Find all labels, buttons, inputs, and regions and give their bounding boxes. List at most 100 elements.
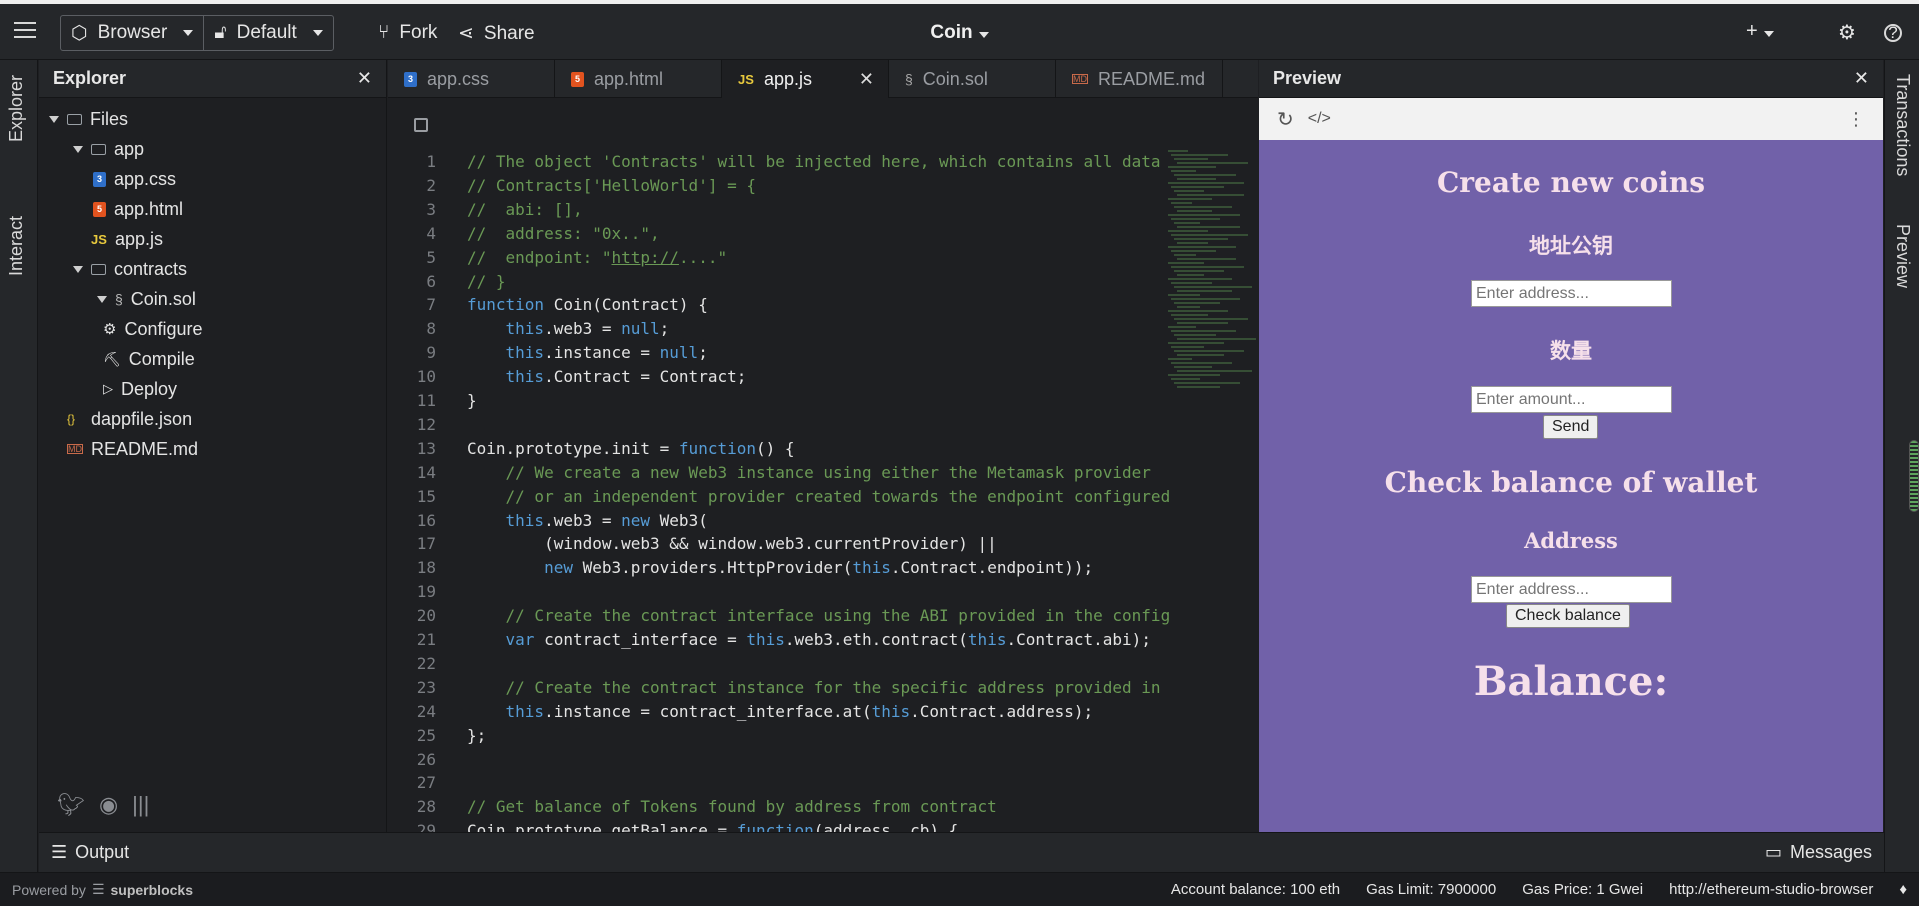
chat-icon: ▭ — [1764, 842, 1782, 862]
editor-tabs: 3 app.css 5 app.html JS app.js ✕ § Coin.… — [388, 60, 1258, 98]
tab-explorer[interactable]: Explorer — [6, 75, 27, 142]
minimap-line — [1171, 154, 1228, 156]
refresh-icon[interactable]: ↻ — [1277, 107, 1294, 132]
amount-heading-cn: 数量 — [1550, 338, 1592, 363]
minimap-line — [1177, 194, 1244, 196]
tree-file-coin-sol[interactable]: § Coin.sol — [97, 287, 196, 311]
code-line: this.instance = contract_interface.at(th… — [505, 701, 1094, 721]
fork-button[interactable]: ⑂ Fork — [378, 22, 437, 44]
minimap-line — [1177, 162, 1248, 164]
line-number: 5 — [426, 247, 436, 267]
tab-coin-sol[interactable]: § Coin.sol — [889, 60, 1056, 98]
menu-icon[interactable] — [14, 22, 36, 40]
minimap-line — [1177, 322, 1228, 324]
tab-app-css[interactable]: 3 app.css — [388, 60, 555, 98]
output-bar: ☰ Output ▭ Messages — [39, 832, 1884, 872]
help-icon[interactable]: ? — [1884, 24, 1902, 42]
minimap-line — [1168, 262, 1204, 264]
minimap-line — [1171, 202, 1192, 204]
minimap[interactable] — [1168, 150, 1256, 470]
tree-file-app-js[interactable]: JS app.js — [91, 227, 163, 251]
close-icon[interactable]: ✕ — [859, 69, 874, 90]
powered-by[interactable]: Powered by ☰ superblocks — [12, 881, 193, 898]
code-line: // Create the contract interface using t… — [467, 606, 1171, 626]
twitter-icon[interactable]: 🐦︎ — [57, 792, 85, 818]
tree-files-root[interactable]: Files — [49, 107, 128, 131]
superblocks-icon[interactable]: ||| — [132, 792, 149, 818]
tab-label: app.css — [427, 68, 490, 89]
code-editor[interactable]: 1 // The object 'Contracts' will be injec… — [388, 98, 1258, 832]
line-number: 26 — [416, 749, 436, 769]
browser-select[interactable]: ⬡ Browser — [61, 16, 203, 50]
github-icon[interactable]: ◉ — [99, 792, 118, 818]
minimap-line — [1174, 286, 1252, 288]
line-number: 15 — [416, 486, 436, 506]
line-number: 7 — [426, 295, 436, 315]
tree-folder-app[interactable]: app — [73, 137, 144, 161]
tree-action-deploy[interactable]: ▷ Deploy — [103, 377, 177, 401]
messages-toggle[interactable]: ▭ Messages — [1765, 842, 1872, 863]
minimap-line — [1174, 238, 1228, 240]
output-label: Output — [75, 842, 130, 862]
tab-interact[interactable]: Interact — [6, 216, 27, 276]
line-number: 23 — [416, 677, 436, 697]
scroll-indicator[interactable] — [1909, 440, 1919, 512]
line-number: 19 — [416, 582, 436, 602]
tab-preview[interactable]: Preview — [1892, 224, 1913, 288]
tree-label: Coin.sol — [130, 288, 196, 309]
output-toggle[interactable]: ☰ Output — [51, 842, 129, 863]
check-balance-button[interactable]: Check balance — [1506, 604, 1630, 628]
minimap-line — [1171, 218, 1220, 220]
mint-address-input[interactable] — [1471, 280, 1672, 307]
tab-app-html[interactable]: 5 app.html — [555, 60, 722, 98]
tree-file-readme[interactable]: MD README.md — [67, 437, 198, 461]
code-download-icon[interactable]: </> — [1308, 110, 1331, 128]
profile-label: Default — [236, 22, 297, 43]
project-title[interactable]: Coin — [930, 22, 989, 43]
tab-readme[interactable]: MD README.md — [1056, 60, 1223, 98]
minimap-line — [1168, 246, 1236, 248]
tab-transactions[interactable]: Transactions — [1892, 74, 1913, 176]
save-icon[interactable] — [414, 118, 428, 132]
close-icon[interactable]: ✕ — [357, 68, 372, 89]
minimap-line — [1171, 314, 1208, 316]
endpoint-url[interactable]: http://ethereum-studio-browser — [1669, 881, 1873, 898]
minimap-line — [1177, 210, 1212, 212]
minimap-line — [1168, 230, 1208, 232]
code-line: (window.web3 && window.web3.currentProvi… — [467, 534, 997, 554]
tree-file-app-css[interactable]: 3 app.css — [93, 167, 176, 191]
amount-input[interactable] — [1471, 386, 1672, 413]
code-line: } — [467, 391, 477, 410]
code-line: }; — [467, 725, 487, 745]
tab-label: Coin.sol — [922, 68, 988, 89]
minimap-line — [1171, 378, 1200, 380]
list-icon: ☰ — [51, 842, 68, 862]
gear-icon[interactable]: ⚙ — [1838, 20, 1856, 45]
minimap-line — [1177, 242, 1208, 244]
tree-action-configure[interactable]: ⚙ Configure — [103, 317, 203, 341]
add-button[interactable]: + — [1746, 20, 1774, 43]
environment-selector: ⬡ Browser 🔓︎ Default — [60, 15, 334, 51]
minimap-line — [1174, 334, 1216, 336]
account-balance: Account balance: 100 eth — [1170, 881, 1341, 898]
tree-file-dappfile[interactable]: {} dappfile.json — [67, 407, 192, 431]
tab-app-js[interactable]: JS app.js ✕ — [722, 60, 889, 98]
tree-label: contracts — [114, 258, 188, 279]
add-icon: + — [1746, 20, 1758, 42]
check-balance-heading: Check balance of wallet — [1384, 466, 1758, 499]
close-icon[interactable]: ✕ — [1854, 68, 1869, 89]
line-number: 2 — [426, 175, 436, 195]
balance-address-input[interactable] — [1471, 576, 1672, 603]
preview-title: Preview — [1273, 68, 1342, 88]
share-button[interactable]: ⋖ Share — [458, 22, 535, 45]
tree-folder-contracts[interactable]: contracts — [73, 257, 187, 281]
tree-file-app-html[interactable]: 5 app.html — [93, 197, 183, 221]
balance-label: Balance: — [1473, 658, 1669, 705]
line-number: 9 — [426, 343, 436, 363]
folder-icon — [67, 113, 82, 125]
tree-action-compile[interactable]: ⛏ Compile — [103, 347, 195, 371]
profile-select[interactable]: 🔓︎ Default — [203, 16, 333, 50]
more-vertical-icon[interactable]: ⋮ — [1847, 109, 1865, 130]
social-links: 🐦︎ ◉ ||| — [57, 792, 149, 818]
send-button[interactable]: Send — [1543, 415, 1599, 439]
